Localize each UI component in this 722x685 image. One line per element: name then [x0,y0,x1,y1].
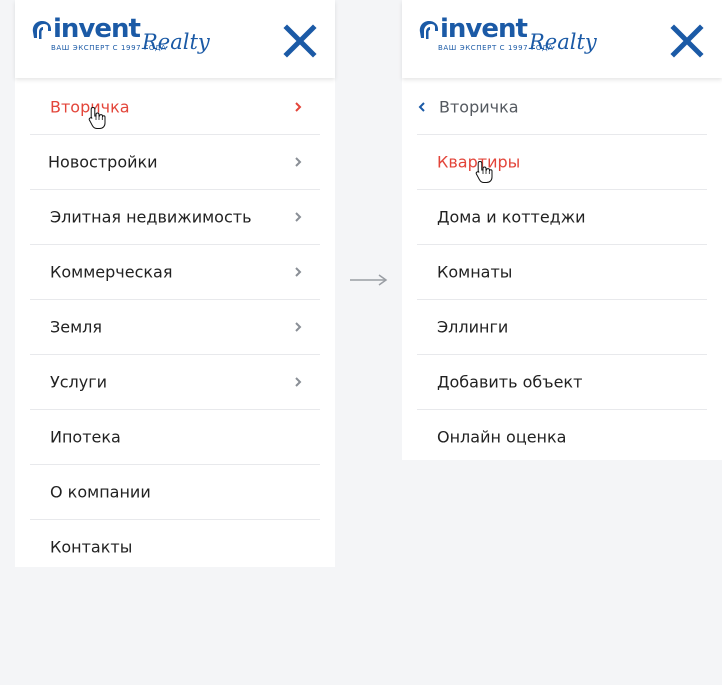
menu-item-mortgage[interactable]: Ипотека [30,410,320,465]
menu-item-label: Новостройки [48,152,158,172]
brand-tagline: ВАШ ЭКСПЕРТ С 1997 ГОДА [51,44,167,52]
chevron-right-icon [295,212,302,222]
chevron-right-icon [295,267,302,277]
menu-item-about[interactable]: О компании [30,465,320,520]
main-menu-list: Вторичка Новостройки Элитная недвижимост… [30,80,320,574]
back-label: Вторичка [439,97,519,117]
submenu-item-label: Добавить объект [437,372,583,392]
menu-item-contacts[interactable]: Контакты [30,520,320,574]
back-button[interactable]: Вторичка [417,80,707,135]
submenu-item-label: Дома и коттеджи [437,207,586,227]
elephant-icon [32,21,51,39]
menu-item-new-buildings[interactable]: Новостройки [30,135,320,190]
menu-item-services[interactable]: Услуги [30,355,320,410]
submenu-item-label: Эллинги [437,317,509,337]
submenu-item-rooms[interactable]: Комнаты [417,245,707,300]
menu-item-label: Контакты [50,537,133,557]
submenu-item-apartments[interactable]: Квартиры [417,135,707,190]
menu-item-commercial[interactable]: Коммерческая [30,245,320,300]
submenu-item-label: Комнаты [437,262,513,282]
submenu-list: Вторичка Квартиры Дома и коттеджи Комнат… [417,80,707,464]
brand-logo[interactable]: invent Realty ВАШ ЭКСПЕРТ С 1997 ГОДА [417,14,597,60]
hand-pointer-icon [88,106,106,129]
menu-item-label: Ипотека [50,427,121,447]
menu-item-land[interactable]: Земля [30,300,320,355]
menu-item-label: О компании [50,482,151,502]
brand-wordmark: invent [53,14,141,44]
submenu-item-online-evaluation[interactable]: Онлайн оценка [417,410,707,464]
menu-item-label: Коммерческая [50,262,173,282]
brand-tagline: ВАШ ЭКСПЕРТ С 1997 ГОДА [438,44,554,52]
chevron-left-icon [418,102,425,112]
elephant-icon [419,21,438,39]
main-menu-panel: invent Realty ВАШ ЭКСПЕРТ С 1997 ГОДА Вт… [15,0,335,567]
menu-item-secondary[interactable]: Вторичка [30,80,320,135]
menu-item-elite[interactable]: Элитная недвижимость [30,190,320,245]
submenu-panel: invent Realty ВАШ ЭКСПЕРТ С 1997 ГОДА Вт… [402,0,722,460]
close-button[interactable] [669,23,705,59]
close-button[interactable] [282,23,318,59]
close-icon [670,24,704,58]
brand-logo[interactable]: invent Realty ВАШ ЭКСПЕРТ С 1997 ГОДА [30,14,210,60]
submenu-item-label: Онлайн оценка [437,427,567,447]
submenu-item-houses[interactable]: Дома и коттеджи [417,190,707,245]
chevron-right-icon [295,157,302,167]
right-arrow-icon [350,274,388,286]
menu-item-label: Земля [50,317,103,337]
menu-header: invent Realty ВАШ ЭКСПЕРТ С 1997 ГОДА [15,0,335,78]
brand-wordmark: invent [440,14,528,44]
close-icon [283,24,317,58]
menu-header: invent Realty ВАШ ЭКСПЕРТ С 1997 ГОДА [402,0,722,78]
menu-item-label: Услуги [50,372,108,392]
hand-pointer-icon [475,160,493,183]
chevron-right-icon [295,377,302,387]
submenu-item-boathouses[interactable]: Эллинги [417,300,707,355]
menu-item-label: Элитная недвижимость [50,207,252,227]
chevron-right-icon [295,102,302,112]
chevron-right-icon [295,322,302,332]
submenu-item-add-object[interactable]: Добавить объект [417,355,707,410]
